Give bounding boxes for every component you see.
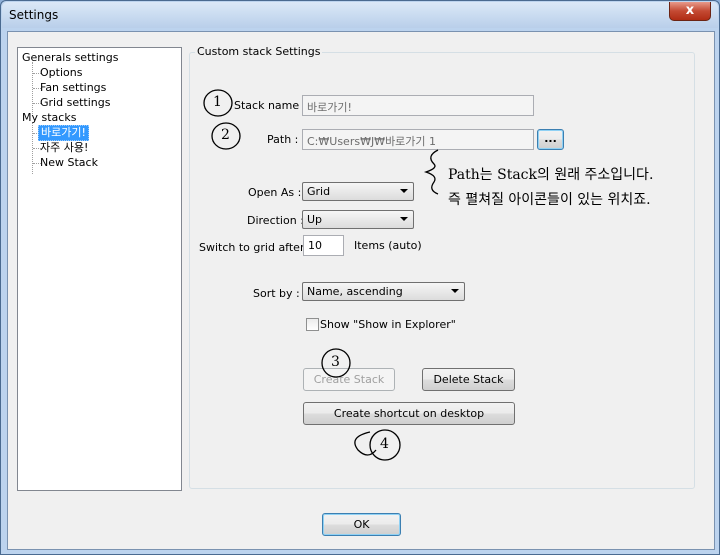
dialog-client-area: Generals settings Options Fan settings G… xyxy=(7,31,715,550)
settings-window: Settings x Generals settings Options Fan… xyxy=(0,0,720,555)
annotation-number-2: 2 xyxy=(221,127,230,143)
annotation-number-1: 1 xyxy=(213,94,222,110)
annotation-note-line1: Path는 Stack의 원래 주소입니다. xyxy=(448,167,654,183)
close-button[interactable]: x xyxy=(669,2,711,21)
close-icon: x xyxy=(685,3,695,18)
annotation-brace xyxy=(423,149,439,195)
title-bar: Settings x xyxy=(2,2,718,28)
annotation-strokes xyxy=(203,89,439,461)
annotation-note-line2: 즉 펼쳐질 아이콘들이 있는 위치죠. xyxy=(448,192,651,208)
annotation-number-4: 4 xyxy=(380,436,389,452)
window-title: Settings xyxy=(9,8,59,22)
annotation-number-3: 3 xyxy=(331,354,340,370)
